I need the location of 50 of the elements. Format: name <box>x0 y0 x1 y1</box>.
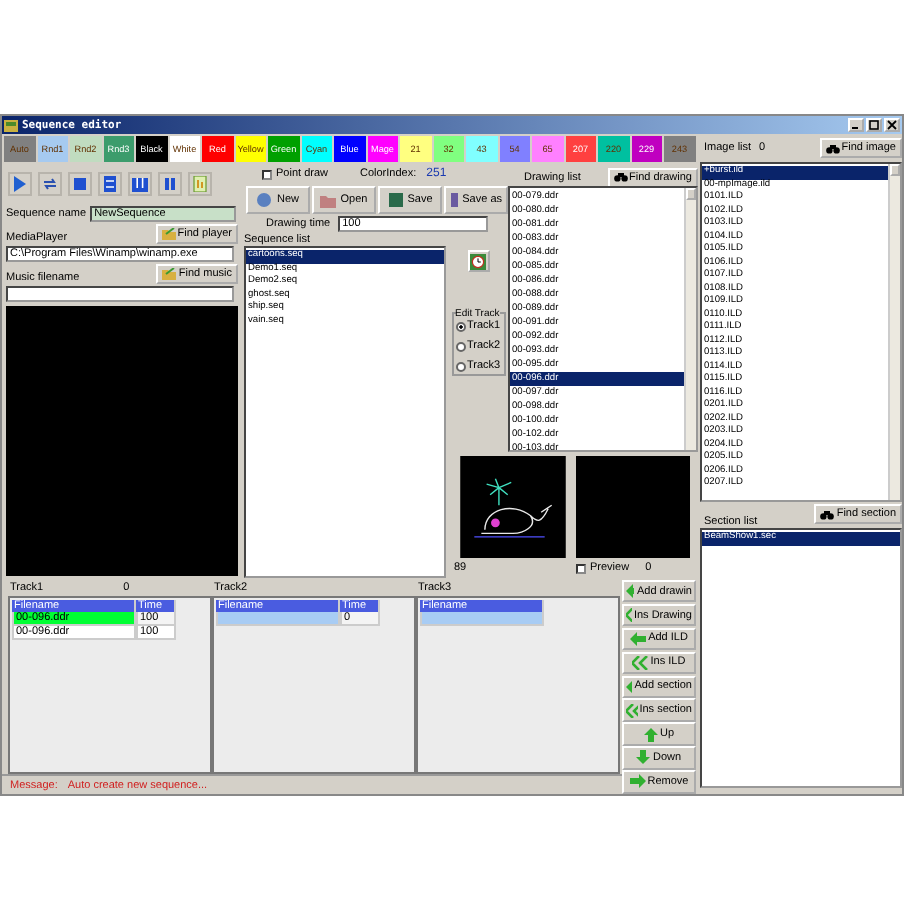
double-arrow-icon <box>626 703 638 718</box>
preview-checkbox[interactable] <box>576 563 586 573</box>
arrow-left-icon <box>626 679 633 694</box>
track-radio[interactable] <box>455 321 465 331</box>
preview-area <box>576 456 690 558</box>
arrow-left-icon <box>630 631 647 646</box>
binoculars-icon <box>820 509 835 519</box>
stop-icon <box>72 176 88 192</box>
whale-drawing <box>454 456 572 558</box>
close-button[interactable] <box>884 118 900 132</box>
table-cell[interactable] <box>216 612 340 626</box>
clip-button[interactable] <box>188 172 212 196</box>
columns-icon <box>132 176 148 192</box>
app-icon <box>4 119 18 131</box>
play-icon <box>12 176 28 192</box>
maximize-icon <box>868 120 880 130</box>
columns-button[interactable] <box>128 172 152 196</box>
clock-button[interactable] <box>467 250 489 272</box>
scrollbar[interactable] <box>684 188 696 450</box>
play-button[interactable] <box>8 172 32 196</box>
folder-icon <box>161 228 176 240</box>
arrow-up-icon <box>643 727 658 742</box>
folder-icon <box>320 191 337 207</box>
table-cell[interactable] <box>420 612 544 626</box>
folder-icon <box>162 268 177 280</box>
close-icon <box>886 120 898 130</box>
track-radio[interactable] <box>455 341 465 351</box>
repeat-icon <box>42 176 58 192</box>
track-radio[interactable] <box>455 361 465 371</box>
maximize-button[interactable] <box>866 118 882 132</box>
binoculars-icon <box>613 172 627 182</box>
double-arrow-icon <box>626 608 632 623</box>
scrollbar[interactable] <box>888 164 900 500</box>
binoculars-icon <box>825 143 840 153</box>
arrow-right-icon <box>629 774 646 789</box>
minimize-button[interactable] <box>848 118 864 132</box>
clip-icon <box>192 176 208 192</box>
point-draw-checkbox[interactable] <box>262 169 272 179</box>
list-icon <box>102 176 118 192</box>
pause-icon <box>162 176 178 192</box>
repeat-button[interactable] <box>38 172 62 196</box>
double-arrow-icon <box>632 655 649 670</box>
music-filename-field[interactable] <box>6 286 234 302</box>
list-button[interactable] <box>98 172 122 196</box>
pause-button[interactable] <box>158 172 182 196</box>
stop-button[interactable] <box>68 172 92 196</box>
globe-icon <box>256 191 273 207</box>
clock-icon <box>470 253 486 269</box>
arrow-left-icon <box>626 584 635 599</box>
arrow-down-icon <box>636 750 651 765</box>
